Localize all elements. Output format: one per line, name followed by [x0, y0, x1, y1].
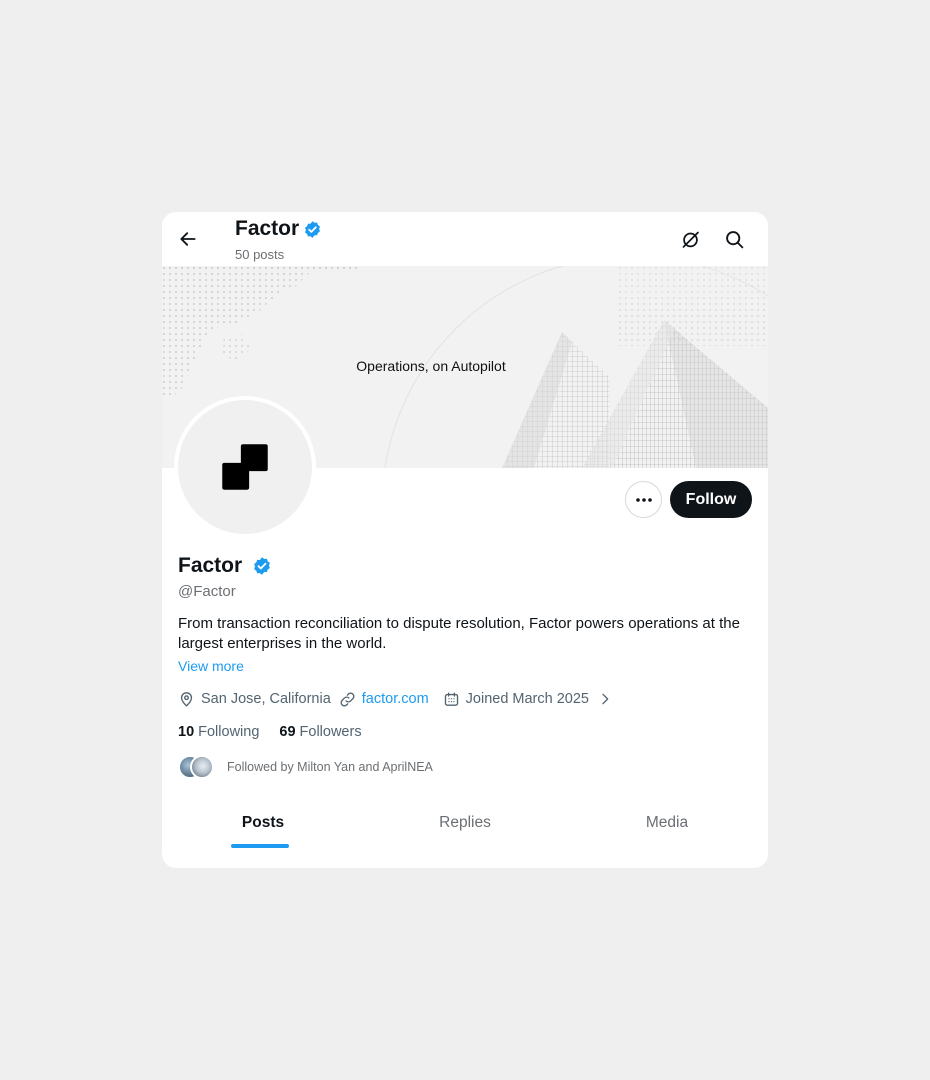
view-more-link[interactable]: View more: [178, 658, 244, 674]
verified-badge-icon: [303, 220, 322, 239]
arrow-left-icon: [180, 232, 196, 246]
factor-logo-icon: [222, 444, 268, 490]
link-icon: [340, 692, 355, 706]
more-horizontal-icon: [635, 497, 652, 502]
followers-label: Followers: [299, 724, 362, 740]
following-number: 10: [178, 724, 195, 740]
profile-header: Factor 50 posts: [162, 212, 768, 266]
following-count[interactable]: 10 Following: [178, 724, 259, 740]
profile-handle: @Factor: [178, 583, 236, 600]
location-text: San Jose, California: [201, 691, 331, 707]
website-link[interactable]: factor.com: [362, 691, 429, 707]
followed-by[interactable]: Followed by Milton Yan and AprilNEA: [178, 754, 433, 780]
active-tab-indicator: [231, 844, 289, 848]
followed-by-avatars: [178, 754, 218, 780]
posts-count: 50 posts: [235, 247, 285, 262]
profile-avatar[interactable]: [174, 396, 316, 538]
verified-badge-icon[interactable]: [252, 556, 272, 576]
profile-bio: From transaction reconciliation to dispu…: [178, 615, 740, 652]
joined-text: Joined March 2025: [465, 691, 589, 707]
more-options-button[interactable]: [625, 481, 662, 518]
tab-label: Replies: [439, 814, 491, 831]
location-item: San Jose, California: [178, 691, 331, 708]
back-button[interactable]: [176, 227, 200, 251]
search-button[interactable]: [722, 227, 746, 251]
tab-media[interactable]: Media: [566, 796, 768, 852]
profile-name-text: Factor: [178, 554, 243, 577]
header-title: Factor: [235, 217, 322, 241]
follow-button[interactable]: Follow: [670, 481, 752, 518]
search-icon: [725, 230, 743, 248]
grok-icon: [682, 231, 699, 248]
profile-name: Factor: [178, 554, 272, 578]
profile-card: Factor 50 posts Operations, on Autopilot…: [162, 212, 768, 868]
followers-number: 69: [279, 724, 296, 740]
profile-tabs: Posts Replies Media: [162, 796, 768, 852]
calendar-icon: [444, 691, 458, 706]
banner-tagline: Operations, on Autopilot: [356, 358, 506, 374]
follow-counts: 10 Following 69 Followers: [178, 724, 362, 740]
joined-item[interactable]: Joined March 2025: [443, 691, 613, 708]
tab-replies[interactable]: Replies: [364, 796, 566, 852]
location-pin-icon: [180, 691, 193, 707]
website-item: factor.com: [339, 691, 429, 708]
chevron-right-icon: [602, 693, 609, 705]
header-title-text: Factor: [235, 217, 300, 240]
followers-count[interactable]: 69 Followers: [279, 724, 361, 740]
following-label: Following: [198, 724, 260, 740]
avatar: [190, 755, 214, 779]
tab-label: Media: [645, 814, 689, 831]
grok-button[interactable]: [678, 227, 702, 251]
profile-meta: San Jose, California factor.com Joined M…: [178, 688, 621, 710]
followed-by-text: Followed by Milton Yan and AprilNEA: [227, 760, 433, 774]
tab-label: Posts: [241, 814, 285, 831]
